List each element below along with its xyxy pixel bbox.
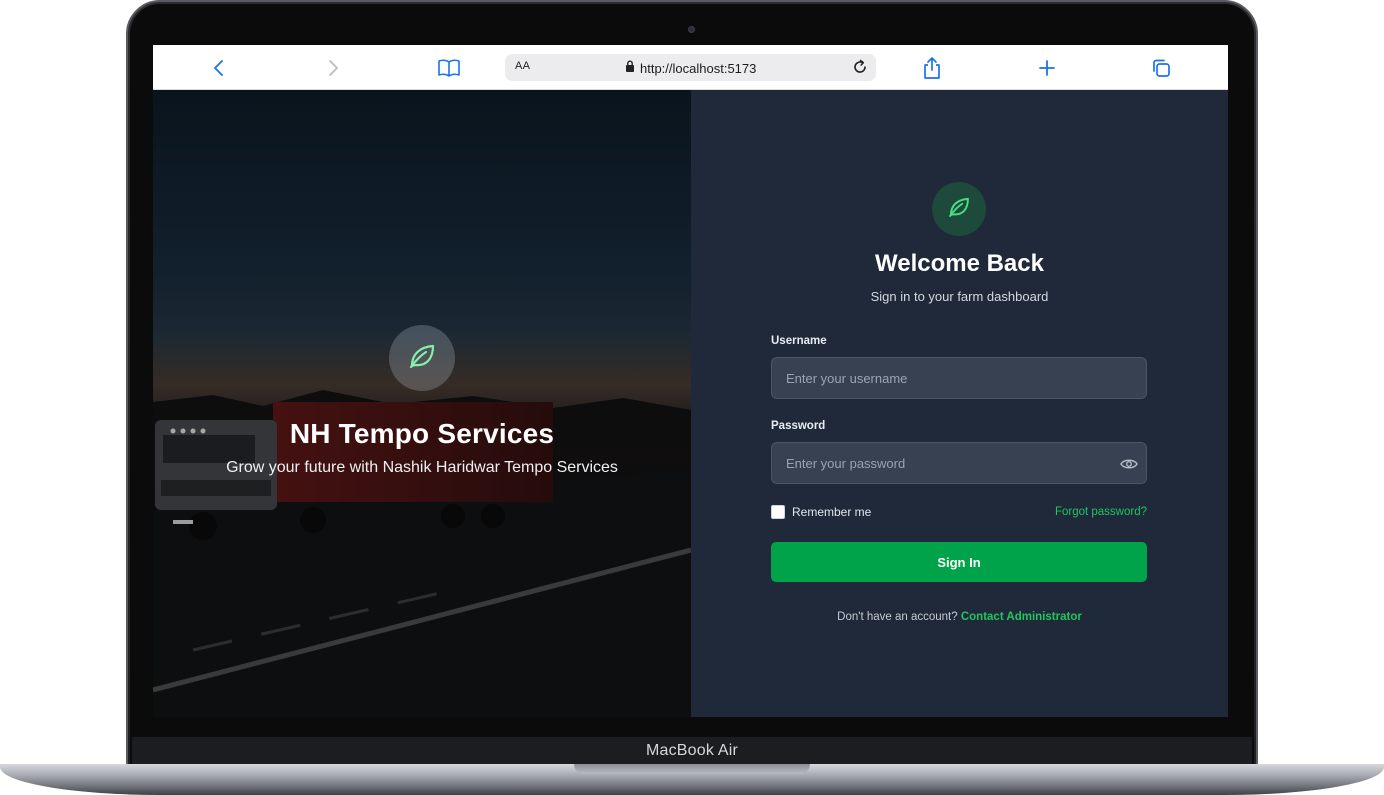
chevron-right-icon[interactable] <box>320 55 346 81</box>
chevron-left-icon[interactable] <box>206 55 232 81</box>
forgot-password-link[interactable]: Forgot password? <box>1055 506 1147 518</box>
contact-administrator-link[interactable]: Contact Administrator <box>961 611 1082 623</box>
plus-icon[interactable] <box>1034 55 1060 81</box>
hero-content: NH Tempo Services Grow your future with … <box>153 325 691 477</box>
sign-in-button[interactable]: Sign In <box>771 542 1147 582</box>
address-bar[interactable]: AA http://localhost:5173 <box>505 54 876 81</box>
url-text: http://localhost:5173 <box>640 60 757 76</box>
laptop-notch <box>574 764 810 774</box>
login-title: Welcome Back <box>875 250 1044 277</box>
camera <box>688 26 695 33</box>
hero-panel: NH Tempo Services Grow your future with … <box>153 90 691 717</box>
browser-screen: AA http://localhost:5173 NH Tempo Servic… <box>153 45 1228 717</box>
leaf-icon <box>946 194 972 225</box>
book-icon[interactable] <box>436 55 462 81</box>
account-footer: Don't have an account? Contact Administr… <box>691 611 1228 623</box>
remember-me[interactable]: Remember me <box>771 505 871 519</box>
hero-logo <box>389 325 455 391</box>
login-logo <box>932 182 986 236</box>
text-size-button[interactable]: AA <box>515 60 530 72</box>
login-panel: Welcome Back Sign in to your farm dashbo… <box>691 90 1228 717</box>
reload-icon[interactable] <box>851 58 869 81</box>
leaf-icon <box>406 340 438 377</box>
username-label: Username <box>771 335 827 347</box>
username-input[interactable] <box>771 357 1147 399</box>
password-label: Password <box>771 420 826 432</box>
password-input[interactable] <box>771 442 1147 484</box>
device-label: MacBook Air <box>645 742 738 759</box>
hero-title: NH Tempo Services <box>289 418 555 449</box>
share-icon[interactable] <box>919 55 945 81</box>
login-subtitle: Sign in to your farm dashboard <box>870 289 1049 304</box>
hero-subtitle: Grow your future with Nashik Haridwar Te… <box>226 459 618 476</box>
remember-checkbox[interactable] <box>771 505 785 519</box>
lock-icon <box>625 59 635 77</box>
footer-text: Don't have an account? <box>837 611 958 623</box>
laptop-chin: MacBook Air <box>132 737 1252 765</box>
browser-toolbar: AA http://localhost:5173 <box>153 45 1228 90</box>
remember-label: Remember me <box>792 505 872 519</box>
tabs-icon[interactable] <box>1148 55 1174 81</box>
eye-icon[interactable] <box>1120 457 1138 475</box>
